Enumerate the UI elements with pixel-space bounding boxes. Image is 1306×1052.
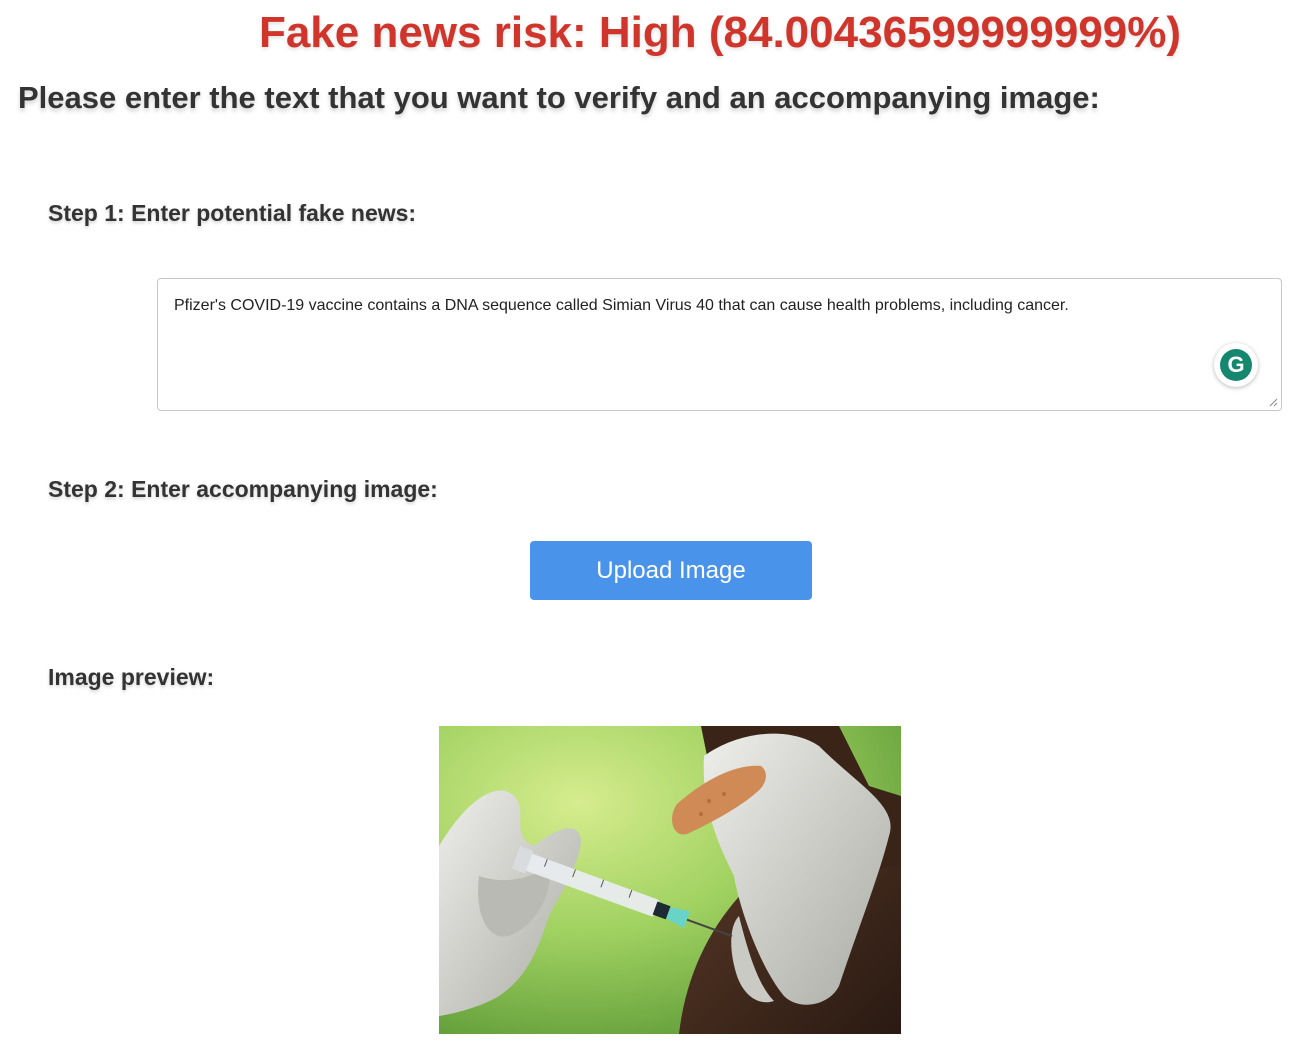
step1-label: Step 1: Enter potential fake news: [48, 200, 417, 226]
upload-image-button[interactable]: Upload Image [530, 541, 812, 600]
image-preview [439, 726, 901, 1034]
fake-news-checker-page: Fake news risk: High (84.00436599999999%… [0, 0, 1306, 1052]
fake-news-risk-result: Fake news risk: High (84.00436599999999%… [258, 8, 1182, 57]
step2-label: Step 2: Enter accompanying image: [48, 476, 438, 502]
grammarly-icon[interactable]: G [1214, 343, 1258, 387]
instructions-heading: Please enter the text that you want to v… [18, 80, 1100, 115]
grammarly-glyph: G [1220, 349, 1252, 381]
news-text-input[interactable]: Pfizer's COVID-19 vaccine contains a DNA… [157, 278, 1282, 411]
resize-handle-icon[interactable] [1268, 397, 1278, 407]
news-text-value[interactable]: Pfizer's COVID-19 vaccine contains a DNA… [174, 297, 1069, 315]
image-preview-label: Image preview: [48, 664, 215, 690]
vaccination-photo [439, 726, 901, 1034]
